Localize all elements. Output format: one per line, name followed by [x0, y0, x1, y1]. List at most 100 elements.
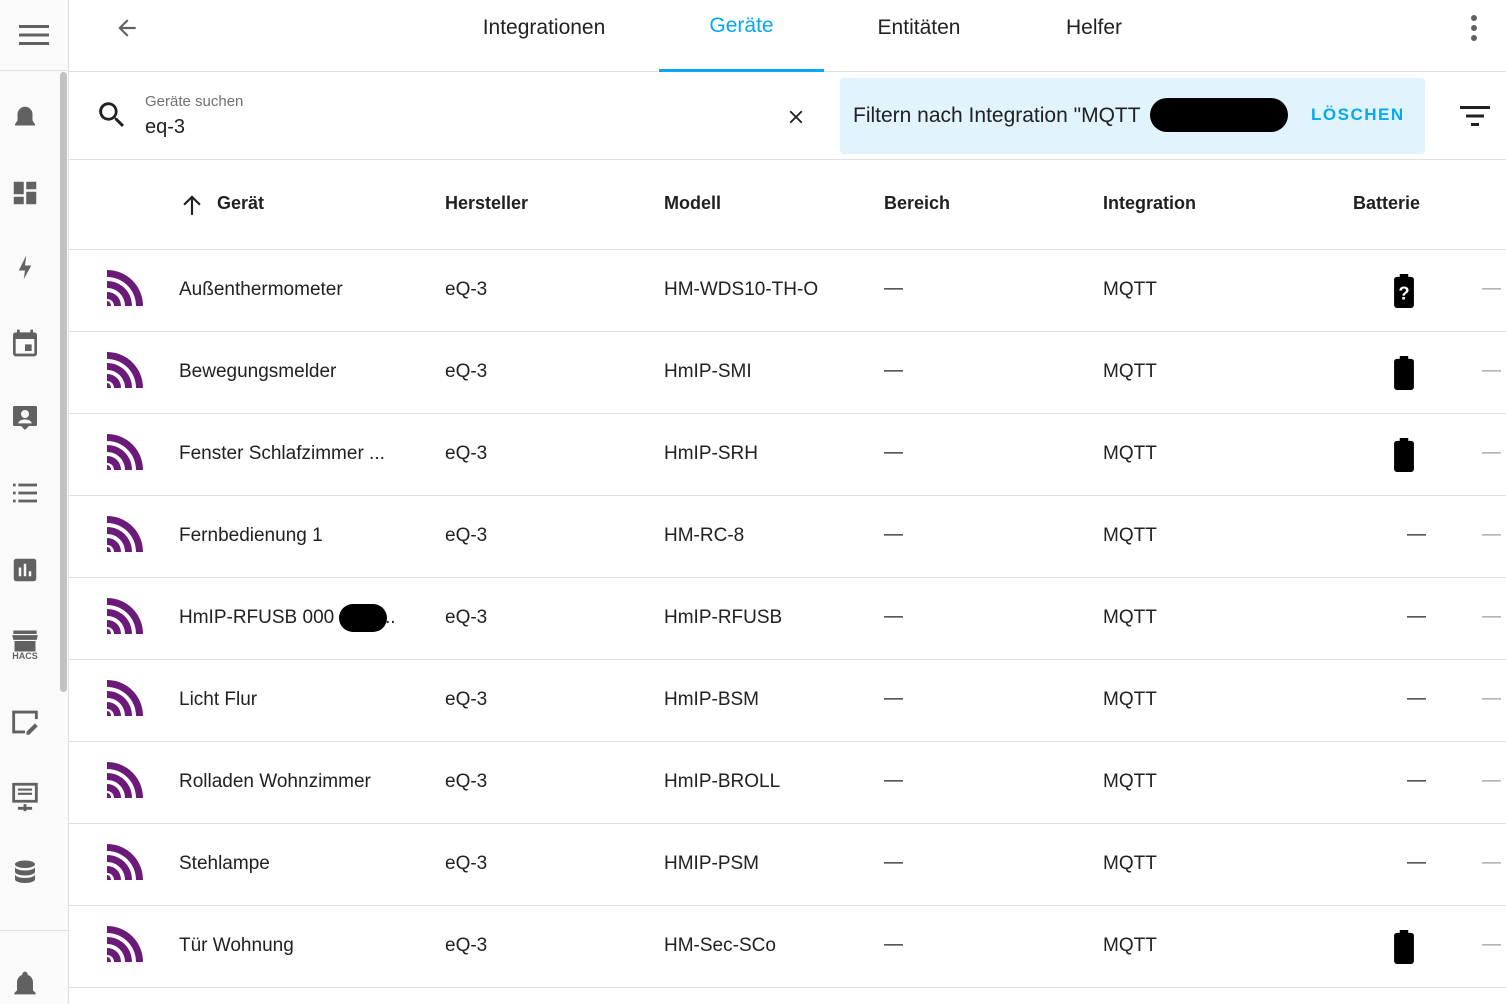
edit-window-icon	[12, 710, 38, 735]
battery-cell: —	[1407, 770, 1426, 791]
homematic-logo-icon	[107, 598, 143, 634]
filter-icon	[1460, 106, 1490, 126]
sidebar-item-calendar[interactable]	[0, 318, 50, 368]
column-header-battery[interactable]: Batterie	[1353, 193, 1420, 214]
column-header-manufacturer[interactable]: Hersteller	[445, 193, 528, 214]
table-row[interactable]: Stehlampe eQ-3 HMIP-PSM — MQTT — —	[69, 824, 1506, 906]
search-input[interactable]: eq-3	[145, 116, 185, 139]
overflow-menu-button[interactable]	[1459, 8, 1489, 48]
extra-cell: —	[1482, 442, 1501, 463]
notification-bell-icon	[14, 971, 36, 995]
column-header-area[interactable]: Bereich	[884, 193, 950, 214]
area-cell: —	[884, 606, 903, 627]
table-row[interactable]: Licht Flur eQ-3 HmIP-BSM — MQTT — —	[69, 660, 1506, 742]
table-row[interactable]: Fenster Schlafzimmer ... eQ-3 HmIP-SRH —…	[69, 414, 1506, 496]
sidebar-item-logbook[interactable]	[0, 468, 50, 518]
sidebar-item-energy[interactable]	[0, 243, 50, 293]
table-row[interactable]: Rolladen Wohnzimmer eQ-3 HmIP-BROLL — MQ…	[69, 742, 1506, 824]
sidebar-scrollbar[interactable]	[60, 72, 67, 692]
top-bar: Integrationen Geräte Entitäten Helfer	[69, 0, 1506, 72]
manufacturer-cell: eQ-3	[445, 525, 488, 546]
sidebar-item-overview[interactable]	[0, 168, 50, 218]
column-header-integration[interactable]: Integration	[1103, 193, 1196, 214]
manufacturer-cell: eQ-3	[445, 607, 488, 628]
sidebar-item-terminal[interactable]	[0, 772, 50, 822]
manufacturer-cell: eQ-3	[445, 935, 488, 956]
column-header-device[interactable]: Gerät	[217, 193, 264, 214]
manufacturer-cell: eQ-3	[445, 279, 488, 300]
table-row[interactable]: HmIP-RFUSB 000 .. eQ-3 HmIP-RFUSB — MQTT…	[69, 578, 1506, 660]
battery-cell: —	[1407, 606, 1426, 627]
sidebar-item-hacs[interactable]: HACS	[0, 620, 50, 670]
integration-cell: MQTT	[1103, 853, 1157, 874]
search-bar: Geräte suchen eq-3 Filtern nach Integrat…	[69, 72, 1506, 160]
tab-integrations[interactable]: Integrationen	[469, 0, 619, 71]
model-cell: HmIP-SRH	[664, 443, 758, 464]
battery-cell: —	[1407, 852, 1426, 873]
tab-devices[interactable]: Geräte	[659, 0, 824, 72]
back-button[interactable]	[107, 10, 147, 46]
dashboard-icon	[13, 181, 37, 205]
clear-search-button[interactable]	[779, 100, 813, 134]
tab-helpers[interactable]: Helfer	[1044, 0, 1144, 71]
homematic-logo-icon	[107, 844, 143, 880]
sidebar-item-history[interactable]	[0, 545, 50, 595]
model-cell: HM-WDS10-TH-O	[664, 279, 819, 300]
area-cell: —	[884, 442, 903, 463]
sidebar: HACS	[0, 0, 69, 1004]
redaction-mark	[1150, 98, 1288, 132]
device-name-suffix: ..	[385, 607, 396, 628]
area-cell: —	[884, 524, 903, 545]
tab-label: Helfer	[1065, 15, 1123, 39]
arrow-up-icon[interactable]	[179, 190, 205, 218]
device-name: Tür Wohnung	[179, 935, 294, 956]
area-cell: —	[884, 852, 903, 873]
column-header-model[interactable]: Modell	[664, 193, 721, 214]
sidebar-item-database[interactable]	[0, 848, 50, 898]
extra-cell: —	[1482, 360, 1501, 381]
table-row[interactable]: Außenthermometer eQ-3 HM-WDS10-TH-O — MQ…	[69, 250, 1506, 332]
tab-entities[interactable]: Entitäten	[859, 0, 979, 71]
homematic-logo-icon	[107, 352, 143, 388]
sidebar-item-editor[interactable]	[0, 697, 50, 747]
tab-label: Geräte	[709, 13, 774, 37]
model-cell: HmIP-SMI	[664, 361, 752, 382]
table-row[interactable]: Bewegungsmelder eQ-3 HmIP-SMI — MQTT —	[69, 332, 1506, 414]
filter-button[interactable]	[1457, 98, 1493, 134]
device-name: Rolladen Wohnzimmer	[179, 771, 371, 792]
integration-cell: MQTT	[1103, 525, 1157, 546]
area-cell: —	[884, 934, 903, 955]
integration-cell: MQTT	[1103, 771, 1157, 792]
manufacturer-cell: eQ-3	[445, 443, 488, 464]
table-row[interactable]: Fernbedienung 1 eQ-3 HM-RC-8 — MQTT — —	[69, 496, 1506, 578]
extra-cell: —	[1482, 606, 1501, 627]
model-cell: HmIP-BSM	[664, 689, 759, 710]
model-cell: HmIP-RFUSB	[664, 607, 783, 628]
area-cell: —	[884, 360, 903, 381]
hacs-store-icon	[12, 630, 38, 652]
integration-cell: MQTT	[1103, 279, 1157, 300]
model-cell: HMIP-PSM	[664, 853, 759, 874]
bell-outline-icon	[15, 106, 35, 126]
battery-cell: —	[1407, 688, 1426, 709]
tab-label: Integrationen	[482, 15, 606, 39]
svg-text:?: ?	[1398, 283, 1409, 304]
list-icon	[13, 483, 37, 503]
integration-cell: MQTT	[1103, 689, 1157, 710]
battery-icon	[1394, 356, 1414, 390]
device-name: Außenthermometer	[179, 279, 343, 300]
extra-cell: —	[1482, 278, 1501, 299]
menu-button[interactable]	[0, 0, 68, 71]
sidebar-item-notifications[interactable]	[0, 960, 50, 1004]
sidebar-item-notifications-top[interactable]	[0, 93, 50, 143]
filter-text: Filtern nach Integration "MQTT	[853, 104, 1141, 127]
dots-vertical-icon	[1471, 15, 1477, 41]
homematic-logo-icon	[107, 926, 143, 962]
clear-filter-button[interactable]: LÖSCHEN	[1311, 105, 1405, 125]
sidebar-divider	[0, 930, 68, 931]
area-cell: —	[884, 688, 903, 709]
table-row[interactable]: Tür Wohnung eQ-3 HM-Sec-SCo — MQTT —	[69, 906, 1506, 988]
search-label: Geräte suchen	[145, 93, 244, 110]
sidebar-item-person[interactable]	[0, 393, 50, 443]
arrow-left-icon	[118, 19, 136, 37]
